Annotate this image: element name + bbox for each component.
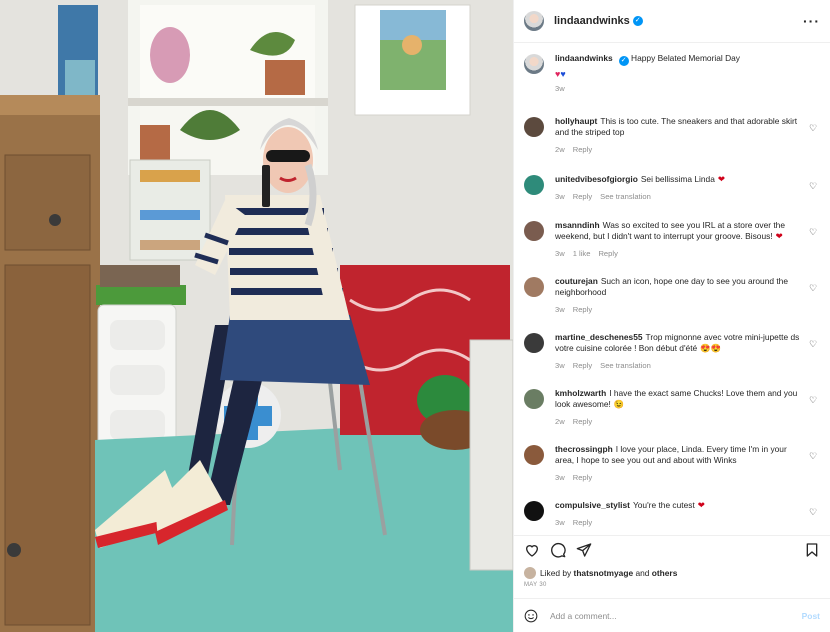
comment-text: Sei bellissima Linda (640, 174, 715, 184)
reply-button[interactable]: Reply (598, 249, 617, 258)
bookmark-icon[interactable] (804, 542, 820, 558)
reply-button[interactable]: Reply (573, 361, 592, 370)
commenter-avatar[interactable] (524, 389, 544, 409)
reply-button[interactable]: Reply (573, 305, 592, 314)
emoji-icon[interactable] (524, 609, 538, 623)
comment-emoji-icon: 😉 (613, 399, 625, 409)
post-actions (514, 535, 830, 563)
likes-prefix: Liked by (540, 568, 572, 578)
commenter-avatar[interactable] (524, 501, 544, 521)
comment-emoji-icon: ❤ (697, 500, 705, 510)
comment-item: kmholzwarth I have the exact same Chucks!… (524, 388, 820, 427)
post-side-panel: lindaandwinks ✓ ··· lindaandwinks ✓ Happy… (513, 0, 830, 632)
comment-like-heart-icon[interactable]: ♡ (809, 284, 818, 293)
blue-heart-emoji-icon: ♥ (560, 69, 566, 79)
share-icon[interactable] (576, 542, 592, 558)
commenter-avatar[interactable] (524, 175, 544, 195)
commenter-username[interactable]: hollyhaupt (555, 116, 597, 126)
reply-button[interactable]: Reply (573, 192, 592, 201)
caption-username[interactable]: lindaandwinks (555, 53, 613, 63)
commenter-avatar[interactable] (524, 333, 544, 353)
comment-time: 2w (555, 417, 565, 426)
commenter-username[interactable]: msanndinh (555, 220, 600, 230)
comment-item: martine_deschenes55 Trop mignonne avec vo… (524, 332, 820, 371)
verified-badge-icon: ✓ (618, 56, 629, 66)
comment-time: 3w (555, 192, 565, 201)
comment-icon[interactable] (550, 542, 566, 558)
comment-like-heart-icon[interactable]: ♡ (809, 124, 818, 133)
comment-item: compulsive_stylist You're the cutest ❤ 3w Re… (524, 500, 820, 528)
more-options-icon[interactable]: ··· (803, 13, 820, 29)
reply-button[interactable]: Reply (573, 518, 592, 527)
post-date: MAY 30 (524, 582, 547, 588)
comment-item: hollyhaupt This is too cute. The sneakers… (524, 116, 820, 155)
comments-list[interactable]: lindaandwinks ✓ Happy Belated Memorial Da… (514, 43, 830, 530)
commenter-username[interactable]: thecrossingph (555, 444, 613, 454)
likes-summary: Liked by thatsnotmyage and others (524, 567, 820, 579)
comment-emoji-icon: ❤ (717, 174, 725, 184)
post-header: lindaandwinks ✓ ··· (514, 0, 830, 43)
add-comment-bar: Post (514, 598, 830, 632)
likes-others-link[interactable]: others (652, 568, 678, 578)
comment-emoji-icon: 😍😍 (700, 343, 722, 353)
comment-input[interactable] (550, 610, 802, 621)
comment-time: 2w (555, 145, 565, 154)
comment-emoji-icon: ❤ (775, 231, 783, 241)
comment-time: 3w (555, 361, 565, 370)
comment-like-heart-icon[interactable]: ♡ (809, 508, 818, 517)
post-photo[interactable] (0, 0, 513, 632)
commenter-avatar[interactable] (524, 277, 544, 297)
caption-emoji: ♥♥ (555, 69, 800, 80)
comment-item: unitedvibesofgiorgio Sei bellissima Linda… (524, 174, 820, 202)
commenter-avatar[interactable] (524, 221, 544, 241)
reply-button[interactable]: Reply (573, 145, 592, 154)
author-username[interactable]: lindaandwinks (554, 15, 630, 27)
author-avatar[interactable] (524, 11, 544, 31)
commenter-username[interactable]: compulsive_stylist (555, 500, 630, 510)
liker-username[interactable]: thatsnotmyage (574, 568, 634, 578)
comment-time: 3w (555, 473, 565, 482)
comment-extra[interactable]: See translation (600, 361, 651, 370)
caption: lindaandwinks ✓ Happy Belated Memorial Da… (524, 53, 820, 94)
comment-like-heart-icon[interactable]: ♡ (809, 228, 818, 237)
comment-like-heart-icon[interactable]: ♡ (809, 182, 818, 191)
comment-like-heart-icon[interactable]: ♡ (809, 452, 818, 461)
comment-extra[interactable]: 1 like (573, 249, 591, 258)
likes-and: and (635, 568, 650, 578)
liker-avatar[interactable] (524, 567, 536, 579)
commenter-username[interactable]: martine_deschenes55 (555, 332, 643, 342)
author-avatar[interactable] (524, 54, 544, 74)
commenter-avatar[interactable] (524, 117, 544, 137)
reply-button[interactable]: Reply (573, 417, 592, 426)
comment-like-heart-icon[interactable]: ♡ (809, 340, 818, 349)
like-heart-icon[interactable] (524, 542, 540, 558)
commenter-username[interactable]: unitedvibesofgiorgio (555, 174, 638, 184)
comment-item: thecrossingph I love your place, Linda. E… (524, 444, 820, 483)
comment-item: couturejan Such an icon, hope one day to … (524, 276, 820, 315)
verified-badge-icon: ✓ (632, 16, 643, 26)
post-comment-button[interactable]: Post (802, 611, 820, 621)
comment-like-heart-icon[interactable]: ♡ (809, 396, 818, 405)
commenter-avatar[interactable] (524, 445, 544, 465)
post-image (0, 0, 513, 632)
caption-time: 3w (555, 84, 565, 93)
comment-time: 3w (555, 249, 565, 258)
comment-time: 3w (555, 305, 565, 314)
commenter-username[interactable]: couturejan (555, 276, 598, 286)
comment-time: 3w (555, 518, 565, 527)
commenter-username[interactable]: kmholzwarth (555, 388, 606, 398)
comment-text: You're the cutest (632, 500, 695, 510)
comment-extra[interactable]: See translation (600, 192, 651, 201)
caption-text: Happy Belated Memorial Day (631, 53, 740, 63)
reply-button[interactable]: Reply (573, 473, 592, 482)
comment-item: msanndinh Was so excited to see you IRL a… (524, 220, 820, 259)
